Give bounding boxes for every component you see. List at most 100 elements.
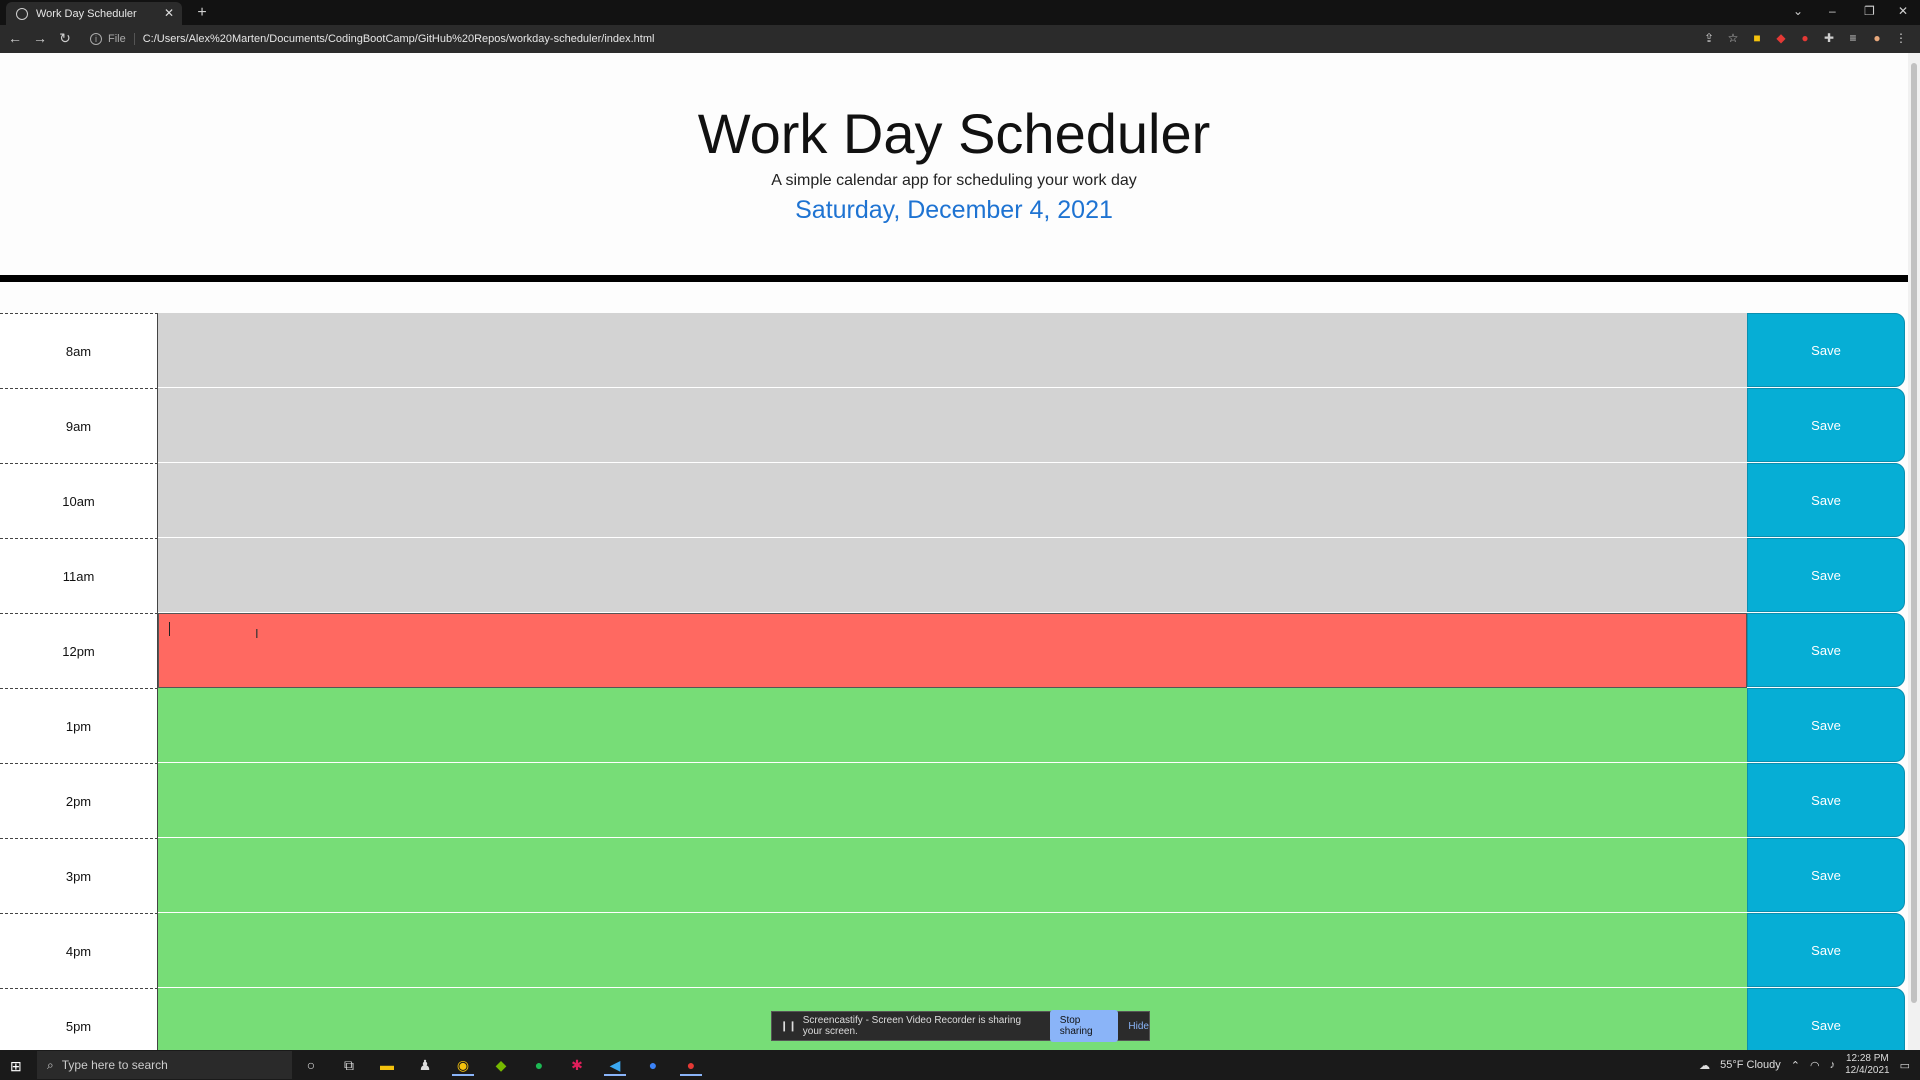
app-icon[interactable]: ♟	[414, 1054, 436, 1076]
minimize-button[interactable]: –	[1829, 4, 1836, 18]
save-button[interactable]: Save	[1747, 988, 1905, 1050]
notification-icon[interactable]: ▭	[1900, 1059, 1910, 1072]
volume-icon[interactable]: ♪	[1830, 1059, 1836, 1071]
globe-icon	[16, 7, 28, 20]
mouse-cursor-icon: I	[255, 626, 259, 641]
network-icon[interactable]: ◠	[1810, 1059, 1820, 1072]
time-block: 3pm Save	[0, 838, 1908, 913]
reading-list-icon[interactable]: ≡	[1846, 31, 1860, 45]
extension-icon[interactable]: ●	[1798, 31, 1812, 45]
text-caret	[169, 622, 170, 636]
page-scrollbar[interactable]	[1908, 53, 1920, 1050]
file-explorer-icon[interactable]: ▬	[376, 1054, 398, 1076]
header: Work Day Scheduler A simple calendar app…	[0, 53, 1908, 282]
app-icon[interactable]: ●	[642, 1054, 664, 1076]
pause-icon: ❙❙	[780, 1020, 797, 1032]
screen-share-bar: ❙❙ Screencastify - Screen Video Recorder…	[771, 1010, 1150, 1042]
current-date: Saturday, December 4, 2021	[795, 196, 1113, 224]
event-textarea[interactable]	[158, 313, 1747, 388]
stop-sharing-button[interactable]: Stop sharing	[1049, 1010, 1119, 1042]
weather-text[interactable]: 55°F Cloudy	[1720, 1059, 1781, 1071]
event-textarea[interactable]	[158, 463, 1747, 538]
save-button[interactable]: Save	[1747, 538, 1905, 612]
save-button[interactable]: Save	[1747, 838, 1905, 912]
event-textarea[interactable]	[158, 388, 1747, 463]
tab-search-icon[interactable]: ⌄	[1793, 4, 1803, 18]
time-block: 2pm Save	[0, 763, 1908, 838]
clock-date: 12/4/2021	[1845, 1065, 1890, 1076]
share-icon[interactable]: ⇪	[1702, 31, 1716, 45]
windows-start-icon[interactable]: ⊞	[10, 1058, 22, 1075]
chevron-up-icon[interactable]: ⌃	[1791, 1059, 1800, 1072]
save-button[interactable]: Save	[1747, 613, 1905, 687]
event-textarea[interactable]	[158, 688, 1747, 763]
hour-label: 1pm	[0, 688, 158, 763]
scrollbar-thumb[interactable]	[1911, 63, 1917, 1003]
extension-icon[interactable]: ◆	[1774, 31, 1788, 45]
hour-label: 2pm	[0, 763, 158, 838]
page-content: Work Day Scheduler A simple calendar app…	[0, 53, 1908, 1050]
browser-tab[interactable]: Work Day Scheduler ✕	[6, 2, 182, 25]
save-button[interactable]: Save	[1747, 388, 1905, 462]
event-textarea[interactable]	[158, 838, 1747, 913]
hide-button[interactable]: Hide	[1128, 1021, 1149, 1032]
spotify-icon[interactable]: ●	[528, 1054, 550, 1076]
hour-label: 11am	[0, 538, 158, 613]
nvidia-icon[interactable]: ◆	[490, 1054, 512, 1076]
time-block: 11am Save	[0, 538, 1908, 613]
info-icon[interactable]: i	[90, 33, 102, 45]
clock-time: 12:28 PM	[1845, 1053, 1889, 1064]
tab-title: Work Day Scheduler	[36, 7, 137, 20]
forward-button[interactable]: →	[31, 30, 49, 46]
event-textarea[interactable]	[158, 763, 1747, 838]
url-text[interactable]: C:/Users/Alex%20Marten/Documents/CodingB…	[143, 33, 655, 45]
taskbar-apps: ○ ⧉ ▬ ♟ ◉ ◆ ● ✱ ◀ ● ●	[300, 1054, 702, 1076]
close-tab-icon[interactable]: ✕	[164, 6, 174, 20]
extension-icon[interactable]: ■	[1750, 31, 1764, 45]
save-button[interactable]: Save	[1747, 313, 1905, 387]
taskbar-search[interactable]: ⌕ Type here to search	[37, 1051, 292, 1079]
puzzle-icon[interactable]: ✚	[1822, 31, 1836, 45]
menu-icon[interactable]: ⋮	[1894, 31, 1908, 45]
time-block: 10am Save	[0, 463, 1908, 538]
hour-label: 9am	[0, 388, 158, 463]
clock[interactable]: 12:28 PM 12/4/2021	[1845, 1053, 1890, 1077]
taskbar: ⊞ ⌕ Type here to search ○ ⧉ ▬ ♟ ◉ ◆ ● ✱ …	[0, 1050, 1920, 1080]
star-icon[interactable]: ☆	[1726, 31, 1740, 45]
hour-label: 10am	[0, 463, 158, 538]
back-button[interactable]: ←	[6, 30, 24, 46]
chrome-icon[interactable]: ◉	[452, 1054, 474, 1076]
hour-label: 4pm	[0, 913, 158, 988]
toolbar-icons: ⇪ ☆ ■ ◆ ● ✚ ≡ ● ⋮	[1702, 31, 1908, 45]
hour-label: 5pm	[0, 988, 158, 1050]
event-textarea[interactable]	[158, 913, 1747, 988]
vscode-icon[interactable]: ◀	[604, 1054, 626, 1076]
share-message: Screencastify - Screen Video Recorder is…	[802, 1015, 1022, 1037]
time-block: 1pm Save	[0, 688, 1908, 763]
new-tab-button[interactable]: +	[192, 3, 212, 23]
close-window-button[interactable]: ✕	[1898, 4, 1908, 18]
address-bar[interactable]: i File C:/Users/Alex%20Marten/Documents/…	[90, 28, 1700, 50]
system-tray: ☁ 55°F Cloudy ⌃ ◠ ♪ 12:28 PM 12/4/2021 ▭	[1699, 1053, 1910, 1077]
slack-icon[interactable]: ✱	[566, 1054, 588, 1076]
screencastify-icon[interactable]: ●	[680, 1054, 702, 1076]
cortana-icon[interactable]: ○	[300, 1054, 322, 1076]
reload-button[interactable]: ↻	[56, 30, 74, 47]
event-textarea[interactable]: I	[158, 613, 1747, 688]
search-placeholder: Type here to search	[61, 1058, 168, 1072]
url-scheme-label: File	[108, 33, 135, 45]
save-button[interactable]: Save	[1747, 688, 1905, 762]
avatar[interactable]: ●	[1870, 31, 1884, 45]
page-title: Work Day Scheduler	[697, 102, 1211, 165]
save-button[interactable]: Save	[1747, 913, 1905, 987]
event-textarea[interactable]	[158, 538, 1747, 613]
hour-label: 8am	[0, 313, 158, 388]
restore-button[interactable]: ❐	[1864, 4, 1875, 18]
save-button[interactable]: Save	[1747, 463, 1905, 537]
search-icon: ⌕	[47, 1057, 54, 1072]
schedule: 8am Save 9am Save 10am Save 11am Save 12…	[0, 313, 1908, 1050]
task-view-icon[interactable]: ⧉	[338, 1054, 360, 1076]
save-button[interactable]: Save	[1747, 763, 1905, 837]
time-block: 4pm Save	[0, 913, 1908, 988]
hour-label: 3pm	[0, 838, 158, 913]
